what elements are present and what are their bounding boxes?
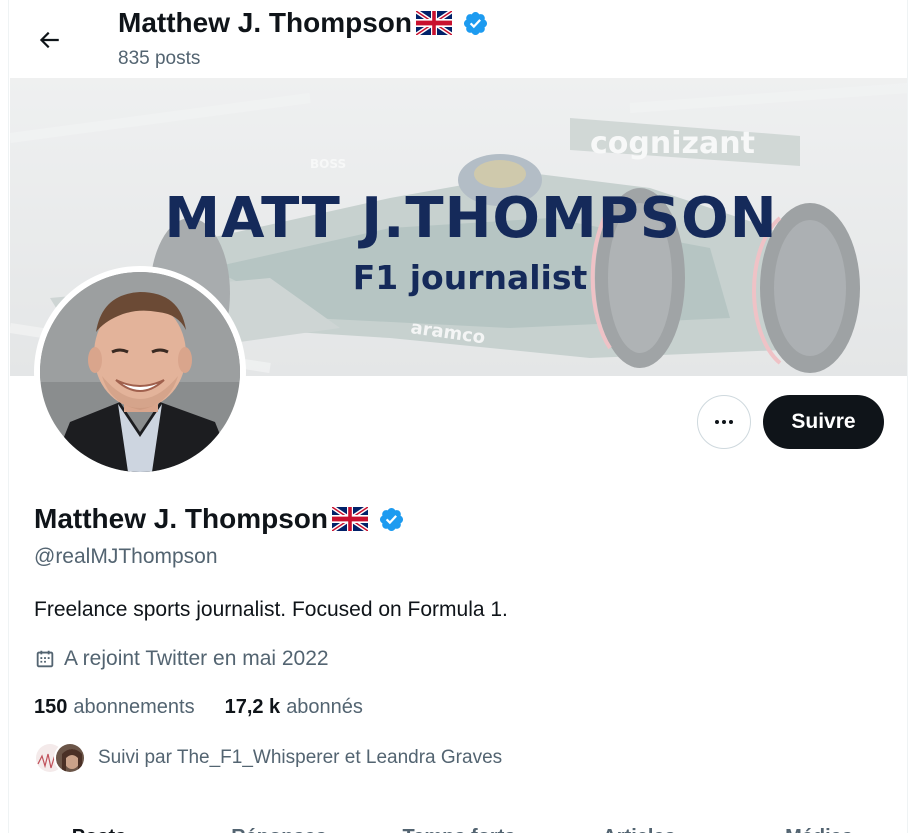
following-link[interactable]: 150 abonnements [34,696,195,719]
tab-articles[interactable]: Articles [549,818,729,833]
tab-media[interactable]: Médias [729,818,907,833]
join-date: A rejoint Twitter en mai 2022 [34,647,329,671]
header-title: Matthew J. Thompson [118,7,489,39]
more-horizontal-icon [715,420,733,424]
tab-highlights[interactable]: Temps forts [369,818,549,833]
more-options-button[interactable] [697,395,751,449]
followers-link[interactable]: 17,2 k abonnés [225,696,363,719]
tab-replies[interactable]: Réponses [189,818,369,833]
followed-by-avatars [34,740,88,776]
follower-avatar [54,742,86,774]
header-name: Matthew J. Thompson [118,7,412,38]
followers-label: abonnés [286,696,363,718]
profile-handle: @realMJThompson [34,545,218,568]
post-count: 835 posts [118,48,201,69]
follow-counts: 150 abonnements 17,2 k abonnés [34,696,363,719]
profile-avatar[interactable] [34,266,246,478]
profile-tabs: Posts Réponses Temps forts Articles Médi… [9,818,907,833]
avatar-photo [40,272,240,472]
following-label: abonnements [73,696,195,718]
top-bar: Matthew J. Thompson 835 posts [9,0,907,78]
uk-flag-icon [416,11,452,35]
profile-name-text: Matthew J. Thompson [34,503,328,534]
followed-by-link[interactable]: Suivi par The_F1_Whisperer et Leandra Gr… [34,740,502,776]
back-button[interactable] [31,22,67,58]
uk-flag-icon [332,507,368,531]
calendar-icon [36,650,54,668]
banner-title: MATT J.THOMPSON [164,186,778,251]
verified-badge-icon [463,11,488,35]
following-count: 150 [34,696,68,718]
followed-by-text: Suivi par The_F1_Whisperer et Leandra Gr… [98,747,503,768]
profile-bio: Freelance sports journalist. Focused on … [34,598,508,621]
verified-badge-icon[interactable] [378,506,405,533]
tab-posts[interactable]: Posts [9,818,189,833]
join-date-text: A rejoint Twitter en mai 2022 [64,647,329,670]
arrow-left-icon [39,31,59,49]
profile-page: Matthew J. Thompson 835 posts cognizant … [8,0,908,833]
profile-name: Matthew J. Thompson [34,503,405,535]
follow-button[interactable]: Suivre [763,395,884,449]
followers-count: 17,2 k [224,696,281,718]
